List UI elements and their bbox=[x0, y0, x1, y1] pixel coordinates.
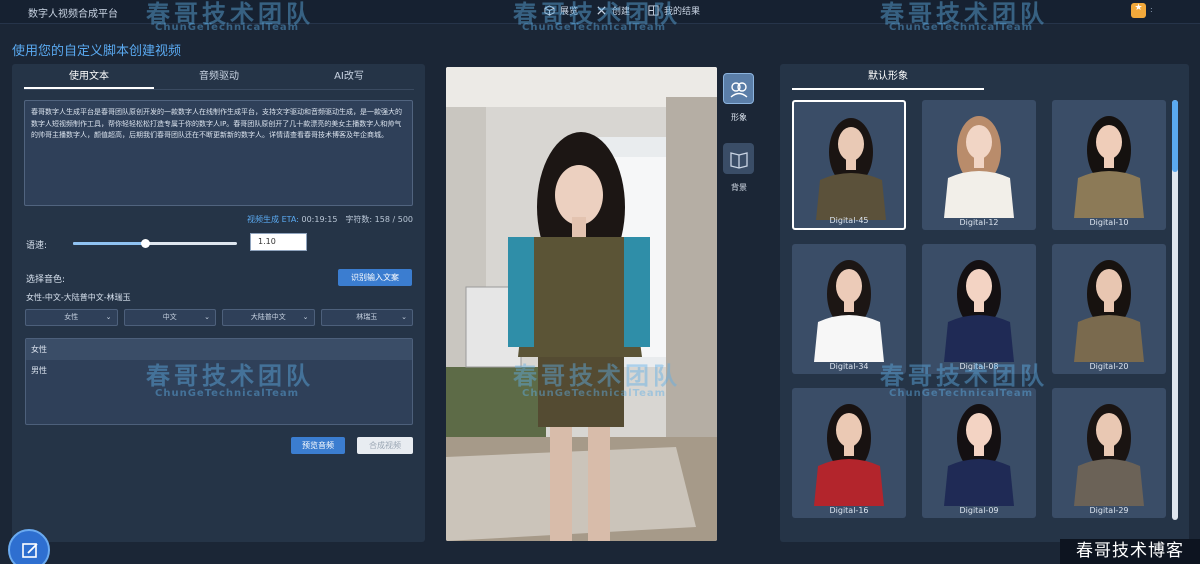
chevron-down-icon: ⌄ bbox=[401, 313, 407, 321]
avatar-card[interactable]: Digital-10 bbox=[1052, 100, 1166, 230]
edit-icon bbox=[22, 543, 38, 558]
dialect-select-value: 大陆普中文 bbox=[250, 313, 286, 321]
avatar-name: Digital-20 bbox=[1089, 362, 1129, 371]
asset-tool-column: 形象 背景 bbox=[722, 73, 756, 213]
avatar-portrait bbox=[944, 260, 1014, 362]
preview-audio-button[interactable]: 预览音频 bbox=[291, 437, 345, 454]
presenter-preview-image bbox=[446, 67, 717, 541]
app-title: 数字人视频合成平台 bbox=[28, 9, 118, 20]
compose-video-button[interactable]: 合成视频 bbox=[357, 437, 413, 454]
tool-avatar-button[interactable] bbox=[723, 73, 754, 104]
avatar-portrait bbox=[814, 404, 884, 506]
avatar-scrollbar-thumb[interactable] bbox=[1172, 100, 1178, 172]
avatar-name: Digital-16 bbox=[829, 506, 869, 515]
avatar-card[interactable]: Digital-45 bbox=[792, 100, 906, 230]
voice-select-value: 林瑞玉 bbox=[356, 313, 378, 321]
eta-label: 视频生成 ETA: bbox=[247, 215, 299, 224]
avatar-group-icon bbox=[730, 81, 747, 98]
edit-fab-button[interactable] bbox=[8, 529, 50, 564]
watermark-subtext: ChunGeTechnicalTeam bbox=[522, 22, 667, 33]
chevron-down-icon: ⌄ bbox=[302, 313, 309, 321]
speed-input[interactable]: 1.10 bbox=[250, 233, 307, 251]
book-icon bbox=[729, 151, 748, 169]
user-menu-indicator[interactable]: : bbox=[1150, 5, 1153, 14]
script-textarea[interactable]: 春哥数字人生成平台是春哥团队原创开发的一款数字人在线制作生成平台，支持文字驱动和… bbox=[24, 100, 413, 206]
speed-slider-fill bbox=[73, 242, 146, 245]
avatar-card[interactable]: Digital-29 bbox=[1052, 388, 1166, 518]
script-tabs: 使用文本 音频驱动 AI改写 bbox=[24, 64, 414, 90]
avatar-scrollbar[interactable] bbox=[1172, 100, 1178, 520]
chevron-down-icon: ⌄ bbox=[204, 313, 210, 321]
watermark-text: 春哥技术团队 bbox=[513, 362, 681, 390]
avatar-portrait bbox=[1074, 116, 1144, 218]
avatar-card[interactable]: Digital-16 bbox=[792, 388, 906, 518]
watermark-subtext: ChunGeTechnicalTeam bbox=[889, 22, 1034, 33]
avatar-portrait bbox=[944, 116, 1014, 218]
avatar-grid: Digital-45 Digital-12 Digital-10 Digital-34… bbox=[792, 100, 1167, 518]
chevron-down-icon: ⌄ bbox=[105, 313, 112, 321]
avatar-card[interactable]: Digital-20 bbox=[1052, 244, 1166, 374]
language-select-value: 中文 bbox=[162, 313, 177, 321]
avatar-portrait bbox=[1074, 260, 1144, 362]
speed-label: 语速: bbox=[26, 241, 48, 251]
tool-background-button[interactable] bbox=[723, 143, 754, 174]
voice-summary: 女性-中文-大陆普中文-林瑞玉 bbox=[26, 293, 131, 302]
watermark-subtext: ChunGeTechnicalTeam bbox=[155, 388, 300, 399]
avatar-portrait bbox=[1074, 404, 1144, 506]
tab-ai-rewrite[interactable]: AI改写 bbox=[284, 64, 414, 89]
speed-slider[interactable] bbox=[73, 239, 237, 248]
avatar-panel: 默认形象 Digital-45 Digital-12 Digital-10 Digit… bbox=[780, 64, 1189, 542]
video-preview bbox=[446, 67, 717, 541]
char-count: 158 / 500 bbox=[374, 215, 413, 224]
page-title: 使用您的自定义脚本创建视频 bbox=[12, 44, 182, 59]
language-select[interactable]: 中文 ⌄ bbox=[123, 309, 216, 326]
avatar-card[interactable]: Digital-34 bbox=[792, 244, 906, 374]
recognize-text-button[interactable]: 识别输入文案 bbox=[338, 269, 412, 286]
tool-avatar-label: 形象 bbox=[731, 113, 747, 122]
avatar-card[interactable]: Digital-12 bbox=[922, 100, 1036, 230]
avatar-name: Digital-09 bbox=[959, 506, 999, 515]
avatar-card[interactable]: Digital-09 bbox=[922, 388, 1036, 518]
watermark-subtext: ChunGeTechnicalTeam bbox=[889, 388, 1034, 399]
voice-select[interactable]: 林瑞玉 ⌄ bbox=[320, 309, 413, 326]
watermark-subtext: ChunGeTechnicalTeam bbox=[155, 22, 300, 33]
eta-value: 00:19:15 bbox=[301, 215, 338, 224]
user-avatar[interactable]: ★ bbox=[1131, 3, 1146, 18]
char-count-label: 字符数: bbox=[345, 215, 373, 224]
voice-label: 选择音色: bbox=[26, 275, 66, 285]
blog-tag: 春哥技术博客 bbox=[1060, 539, 1200, 564]
tool-background-label: 背景 bbox=[731, 183, 747, 192]
avatar-name: Digital-10 bbox=[1089, 218, 1129, 227]
gender-select-value: 女性 bbox=[64, 313, 79, 321]
tab-audio-driven[interactable]: 音频驱动 bbox=[154, 64, 284, 89]
watermark-subtext: ChunGeTechnicalTeam bbox=[522, 388, 667, 399]
gender-select[interactable]: 女性 ⌄ bbox=[25, 309, 118, 326]
avatar-portrait bbox=[816, 118, 886, 220]
script-meta: 视频生成 ETA: 00:19:15 字符数: 158 / 500 bbox=[247, 214, 413, 225]
dialect-select[interactable]: 大陆普中文 ⌄ bbox=[222, 309, 315, 326]
script-panel: 使用文本 音频驱动 AI改写 春哥数字人生成平台是春哥团队原创开发的一款数字人在… bbox=[12, 64, 425, 542]
avatar-portrait bbox=[814, 260, 884, 362]
tab-use-text[interactable]: 使用文本 bbox=[24, 64, 154, 89]
speed-slider-handle[interactable] bbox=[141, 239, 151, 248]
watermark-text: 春哥技术团队 bbox=[880, 362, 1048, 390]
tab-default-avatars[interactable]: 默认形象 bbox=[792, 64, 984, 90]
voice-selects: 女性 ⌄ 中文 ⌄ 大陆普中文 ⌄ 林瑞玉 ⌄ bbox=[25, 309, 413, 326]
avatar-name: Digital-12 bbox=[959, 218, 999, 227]
avatar-portrait bbox=[944, 404, 1014, 506]
avatar-name: Digital-29 bbox=[1089, 506, 1129, 515]
watermark-text: 春哥技术团队 bbox=[146, 362, 314, 390]
avatar-card[interactable]: Digital-08 bbox=[922, 244, 1036, 374]
avatar-name: Digital-45 bbox=[829, 216, 869, 225]
